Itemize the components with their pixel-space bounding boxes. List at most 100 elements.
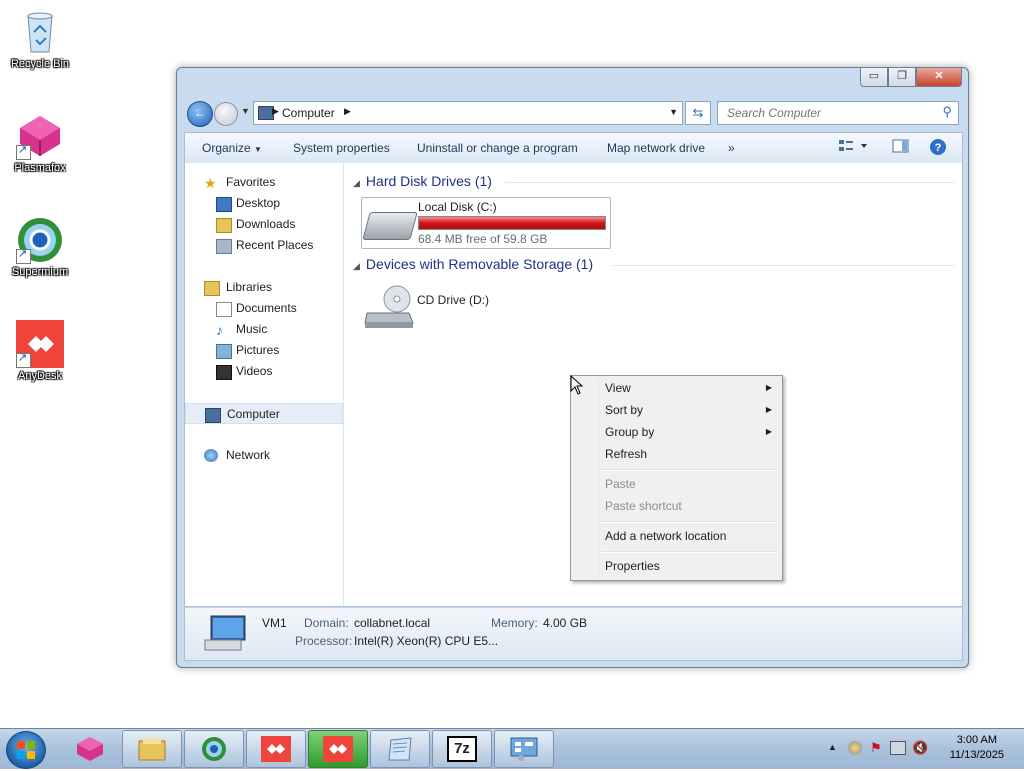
- nav-item-computer[interactable]: Computer: [185, 403, 343, 424]
- menu-item-add-network-location[interactable]: Add a network location: [573, 525, 780, 547]
- nav-label: Network: [226, 448, 271, 462]
- collapse-triangle-icon: ◢: [353, 178, 360, 188]
- refresh-icon: ⇆: [692, 105, 704, 120]
- close-button[interactable]: ✕: [916, 68, 962, 87]
- drive-c-tile[interactable]: Local Disk (C:) 68.4 MB free of 59.8 GB: [361, 197, 611, 249]
- mouse-cursor-icon: [570, 375, 584, 395]
- taskbar-anydesk-active[interactable]: [308, 730, 368, 768]
- drive-usage-fill: [419, 217, 605, 229]
- breadcrumb-chevron-icon[interactable]: ▶: [344, 106, 351, 117]
- breadcrumb-computer[interactable]: Computer: [282, 106, 335, 120]
- documents-icon: [216, 302, 232, 317]
- desktop-icon-plasmafox[interactable]: Plasmafox: [0, 112, 80, 174]
- nav-item-downloads[interactable]: Downloads: [185, 214, 343, 235]
- domain-value: collabnet.local: [354, 616, 431, 630]
- help-button[interactable]: ?: [929, 138, 947, 159]
- videos-film-icon: [216, 365, 232, 380]
- preview-pane-icon: [892, 139, 909, 153]
- taskbar-control-panel[interactable]: [494, 730, 554, 768]
- computer-icon: [205, 408, 221, 423]
- menu-item-sort-by[interactable]: Sort by ▶: [573, 399, 780, 421]
- menu-item-refresh[interactable]: Refresh: [573, 443, 780, 465]
- maximize-button[interactable]: ❐: [888, 68, 916, 87]
- submenu-arrow-icon: ▶: [765, 383, 772, 392]
- menu-item-group-by[interactable]: Group by ▶: [573, 421, 780, 443]
- uninstall-program-button[interactable]: Uninstall or change a program: [417, 141, 578, 155]
- menu-label: Add a network location: [605, 529, 727, 543]
- taskbar-explorer[interactable]: [122, 730, 182, 768]
- nav-item-favorites[interactable]: ★ Favorites: [185, 172, 343, 193]
- refresh-button[interactable]: ⇆: [685, 101, 711, 125]
- desktop-icon-anydesk[interactable]: AnyDesk: [0, 320, 80, 382]
- change-view-button[interactable]: [838, 138, 868, 157]
- plasmafox-icon: [77, 737, 103, 761]
- more-commands-button[interactable]: »: [728, 141, 735, 155]
- desktop-icon-label: AnyDesk: [17, 370, 63, 382]
- anydesk-icon: [16, 320, 64, 368]
- shortcut-arrow-icon: [16, 351, 31, 368]
- desktop-icon-supermium[interactable]: Supermium: [0, 216, 80, 278]
- start-button[interactable]: [6, 731, 46, 769]
- nav-item-desktop[interactable]: Desktop: [185, 193, 343, 214]
- nav-label: Desktop: [236, 196, 281, 210]
- nav-item-music[interactable]: ♪ Music: [185, 319, 343, 340]
- nav-item-documents[interactable]: Documents: [185, 298, 343, 319]
- nav-item-libraries[interactable]: Libraries: [185, 277, 343, 298]
- drive-free-space: 68.4 MB free of 59.8 GB: [418, 232, 548, 246]
- search-box[interactable]: ⚲: [717, 101, 959, 125]
- minimize-button[interactable]: ▭: [860, 68, 888, 87]
- menu-item-paste-shortcut: Paste shortcut: [573, 495, 780, 517]
- show-hidden-icons-icon[interactable]: ▲: [828, 742, 837, 752]
- menu-item-properties[interactable]: Properties: [573, 555, 780, 577]
- organize-button[interactable]: Organize ▼: [202, 141, 262, 155]
- network-status-icon[interactable]: [890, 741, 906, 755]
- taskbar-7zip[interactable]: 7z: [432, 730, 492, 768]
- forward-button[interactable]: [214, 102, 238, 126]
- view-options-icon: [839, 140, 867, 151]
- desktop-icon-recycle-bin[interactable]: Recycle Bin: [0, 8, 80, 70]
- nav-item-network[interactable]: Network: [185, 445, 343, 466]
- search-input[interactable]: [725, 105, 929, 121]
- tray-app-icon[interactable]: [848, 741, 862, 755]
- volume-muted-icon[interactable]: 🔇: [912, 740, 928, 756]
- nav-label: Music: [236, 322, 268, 336]
- taskbar-anydesk[interactable]: [246, 730, 306, 768]
- shortcut-arrow-icon: [16, 247, 31, 264]
- group-header-removable-storage[interactable]: ◢ Devices with Removable Storage (1): [353, 256, 593, 272]
- address-dropdown-icon[interactable]: ▼: [669, 107, 678, 117]
- clock-time: 3:00 AM: [956, 734, 998, 746]
- back-button[interactable]: ←: [187, 101, 213, 127]
- menu-item-view[interactable]: View ▶: [573, 377, 780, 399]
- clock[interactable]: 3:00 AM 11/13/2025: [950, 733, 1004, 763]
- address-bar[interactable]: ▶ Computer ▶ ▼: [253, 101, 683, 125]
- taskbar-plasmafox[interactable]: [60, 730, 120, 768]
- plasmafox-icon: [16, 112, 64, 160]
- action-center-flag-icon[interactable]: ⚑: [870, 740, 882, 756]
- drive-d-tile[interactable]: CD Drive (D:): [361, 283, 521, 333]
- libraries-icon: [204, 281, 220, 296]
- system-properties-button[interactable]: System properties: [293, 141, 390, 155]
- group-divider: [611, 265, 955, 266]
- nav-item-recent-places[interactable]: Recent Places: [185, 235, 343, 256]
- folder-icon: [138, 738, 166, 761]
- taskbar-notepad[interactable]: [370, 730, 430, 768]
- search-icon[interactable]: ⚲: [942, 104, 952, 120]
- menu-separator: [601, 551, 778, 553]
- nav-item-pictures[interactable]: Pictures: [185, 340, 343, 361]
- menu-separator: [601, 521, 778, 523]
- clock-date: 11/13/2025: [949, 749, 1004, 761]
- breadcrumb-chevron-icon[interactable]: ▶: [272, 106, 279, 117]
- nav-label: Libraries: [226, 280, 273, 294]
- preview-pane-button[interactable]: [892, 138, 910, 157]
- system-tray: ▲ ⚑ 🔇 3:00 AM 11/13/2025: [814, 729, 1024, 769]
- group-header-hard-disk-drives[interactable]: ◢ Hard Disk Drives (1): [353, 173, 492, 189]
- taskbar-supermium[interactable]: [184, 730, 244, 768]
- group-title: Hard Disk Drives (1): [365, 173, 492, 189]
- recent-pages-dropdown[interactable]: ▼: [241, 106, 250, 116]
- nav-item-videos[interactable]: Videos: [185, 361, 343, 382]
- map-network-drive-button[interactable]: Map network drive: [607, 141, 705, 155]
- submenu-arrow-icon: ▶: [765, 405, 772, 414]
- cd-drive-icon: [364, 285, 414, 328]
- supermium-icon: [16, 216, 64, 264]
- anydesk-icon: [323, 736, 353, 762]
